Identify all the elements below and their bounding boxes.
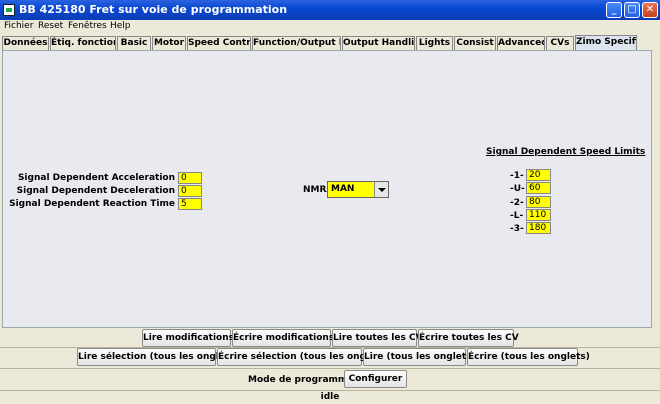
tab-motor[interactable]: Motor <box>152 36 186 50</box>
signal-acceleration-label: Signal Dependent Acceleration <box>17 173 175 183</box>
tab-donnees[interactable]: Données <box>2 36 49 50</box>
signal-reaction-label: Signal Dependent Reaction Time <box>9 199 175 209</box>
speed-limit-label: -3- <box>510 224 524 234</box>
tab-cvs[interactable]: CVs <box>546 36 574 50</box>
speed-limit-input[interactable]: 110 <box>526 209 551 221</box>
speed-limit-label: -L- <box>510 211 524 221</box>
write-changes-button[interactable]: Écrire modifications <box>232 329 334 347</box>
window-title: BB 425180 Fret sur voie de programmation <box>19 3 288 16</box>
title-bar: BB 425180 Fret sur voie de programmation… <box>0 0 660 20</box>
zimo-specific-panel: Signal Dependent Acceleration 0 Signal D… <box>2 50 652 328</box>
tab-strip: Données Étiq. fonctions Basic Motor Spee… <box>0 35 660 50</box>
menu-help[interactable]: Help <box>110 21 131 31</box>
tab-advanced[interactable]: Advanced <box>497 36 545 50</box>
app-icon <box>3 4 15 16</box>
nmra-select[interactable]: MAN <box>327 181 389 198</box>
tab-etiq-fonctions[interactable]: Étiq. fonctions <box>50 36 116 50</box>
read-all-tabs-button[interactable]: Lire (tous les onglets) <box>363 348 476 366</box>
menu-fenetres[interactable]: Fenêtres <box>68 21 107 31</box>
tab-function-output-map[interactable]: Function/Output Map <box>252 36 341 50</box>
speed-limit-input[interactable]: 20 <box>526 169 551 181</box>
tab-speed-control[interactable]: Speed Control <box>187 36 251 50</box>
speed-limit-input[interactable]: 60 <box>526 182 551 194</box>
speed-limit-label: -1- <box>510 171 524 181</box>
read-changes-button[interactable]: Lire modifications <box>142 329 234 347</box>
nmra-selected-value: MAN <box>331 184 355 194</box>
speed-limit-label: -2- <box>510 198 524 208</box>
signal-acceleration-input[interactable]: 0 <box>178 172 202 184</box>
tab-zimo-specific[interactable]: Zimo Specific <box>575 35 637 50</box>
chevron-down-icon[interactable] <box>374 182 388 197</box>
write-all-tabs-button[interactable]: Écrire (tous les onglets) <box>467 348 590 366</box>
menu-bar: Fichier Reset Fenêtres Help <box>0 20 660 34</box>
menu-fichier[interactable]: Fichier <box>4 21 33 31</box>
tab-output-handling[interactable]: Output Handling <box>342 36 415 50</box>
signal-deceleration-input[interactable]: 0 <box>178 185 202 197</box>
speed-limit-label: -U- <box>510 184 525 194</box>
write-all-cv-button[interactable]: Écrire toutes les CV <box>418 329 519 347</box>
signal-reaction-input[interactable]: 5 <box>178 198 202 210</box>
speed-limits-heading: Signal Dependent Speed Limits <box>486 147 646 157</box>
menu-reset[interactable]: Reset <box>38 21 63 31</box>
read-all-cv-button[interactable]: Lire toutes les CV <box>332 329 423 347</box>
tab-consist[interactable]: Consist <box>454 36 496 50</box>
close-button[interactable]: ✕ <box>642 2 658 18</box>
tab-lights[interactable]: Lights <box>416 36 453 50</box>
maximize-button[interactable]: □ <box>624 2 640 18</box>
minimize-button[interactable]: _ <box>606 2 622 18</box>
speed-limit-input[interactable]: 180 <box>526 222 551 234</box>
status-bar: idle <box>0 390 660 404</box>
tab-basic[interactable]: Basic <box>117 36 151 50</box>
configure-button[interactable]: Configurer <box>344 370 407 388</box>
separator <box>0 368 660 369</box>
write-selection-all-tabs-button[interactable]: Écrire sélection (tous les onglets) <box>217 348 389 366</box>
speed-limit-input[interactable]: 80 <box>526 196 551 208</box>
signal-deceleration-label: Signal Dependent Deceleration <box>16 186 175 196</box>
read-selection-all-tabs-button[interactable]: Lire sélection (tous les onglets) <box>77 348 239 366</box>
